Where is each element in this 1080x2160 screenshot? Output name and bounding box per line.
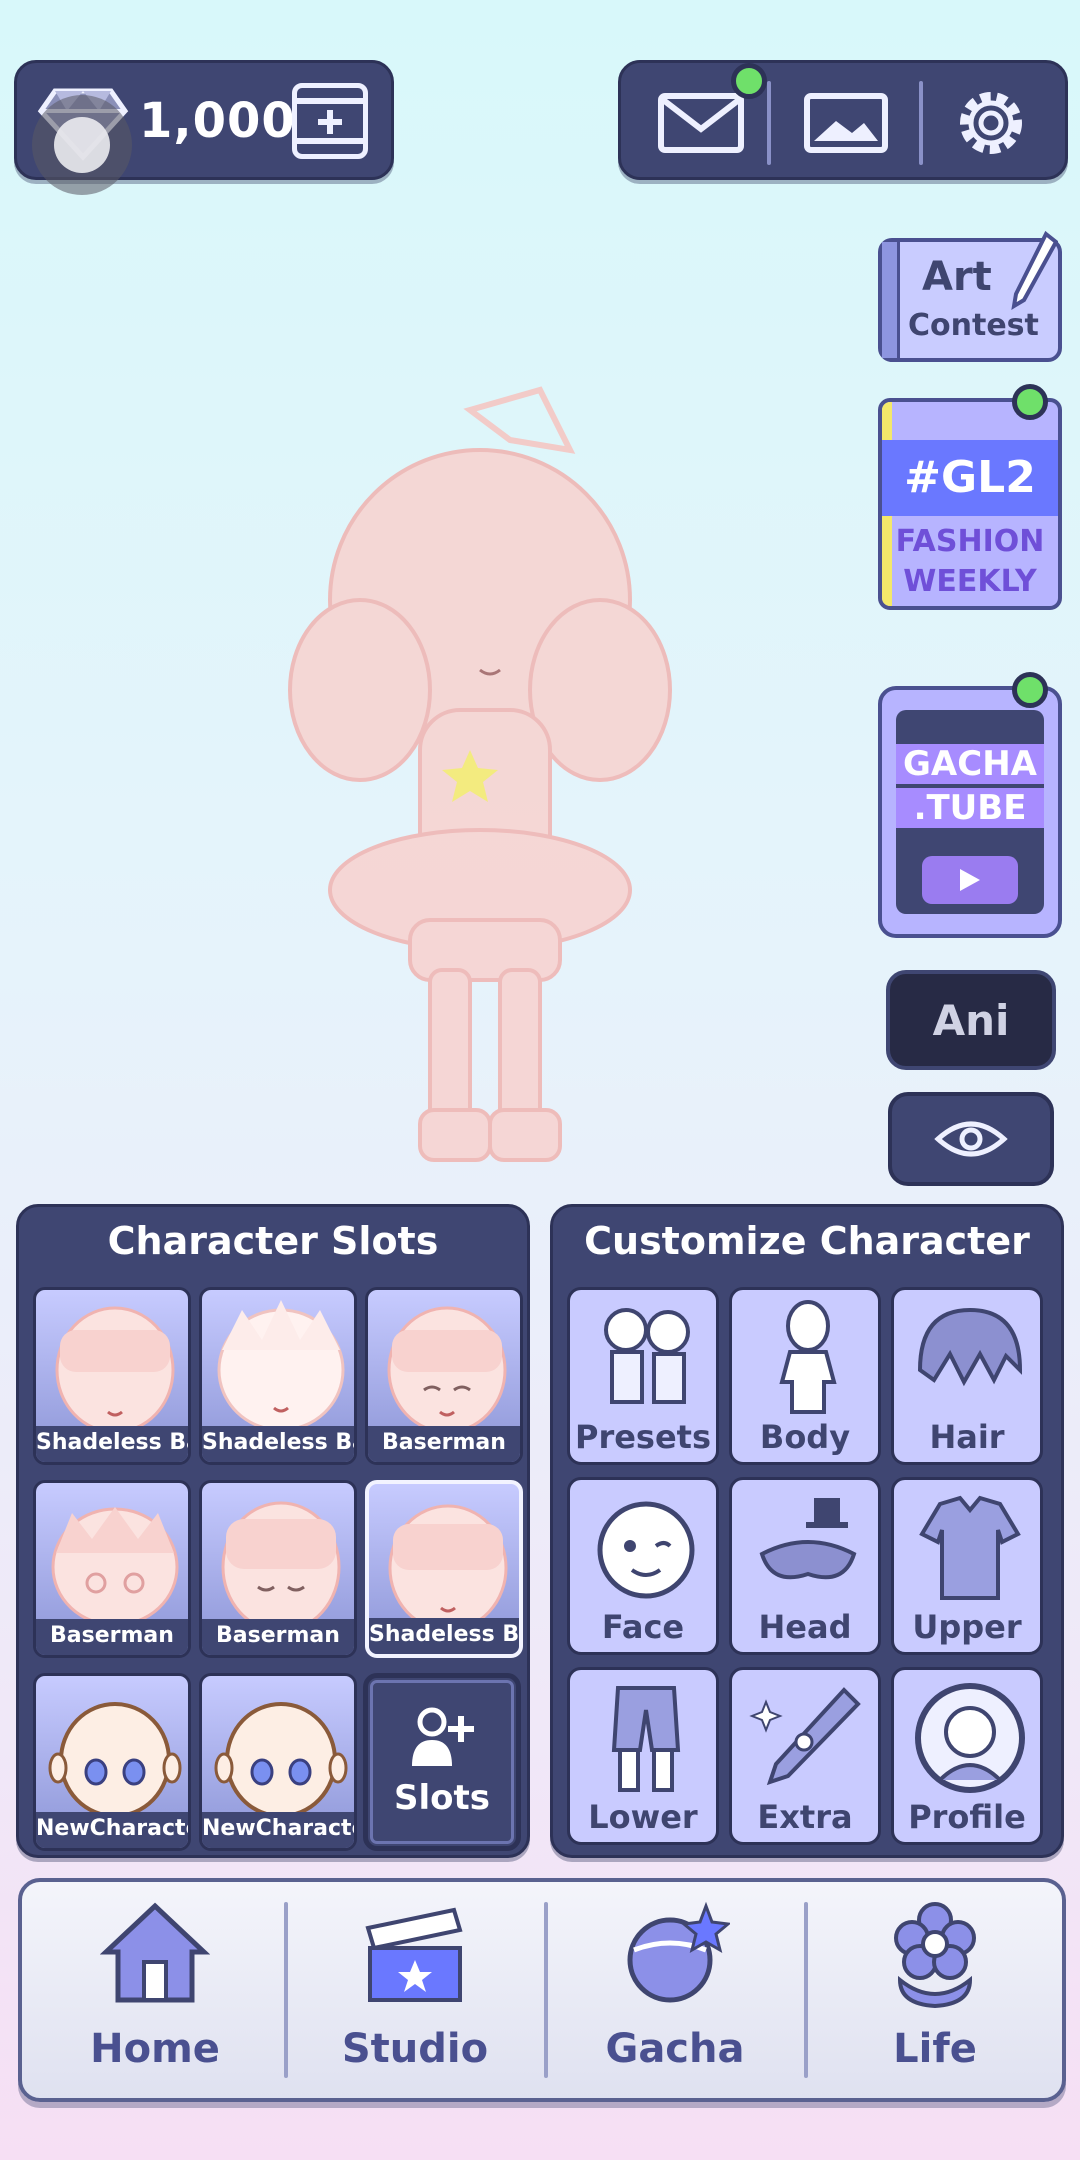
lower-icon [611,1686,681,1792]
character-slot[interactable]: Baserman [365,1287,523,1465]
mail-notification-dot [731,63,767,99]
nav-gacha[interactable]: Gacha [546,1882,804,2098]
mail-icon [658,93,744,153]
slot-label: NewCharacter [36,1812,188,1848]
nav-home-label: Home [90,2026,220,2072]
separator [767,81,771,165]
slot-label: Baserman [36,1619,188,1655]
art-contest-subtitle: Contest [908,308,1039,343]
gallery-button[interactable] [776,71,916,175]
slot-label: NewCharacter [202,1812,354,1848]
gl2-line2: WEEKLY [903,564,1037,599]
character-slot[interactable]: NewCharacter [199,1673,357,1851]
face-label: Face [601,1608,685,1646]
hair-button[interactable]: Hair [891,1287,1043,1465]
gl2-notification-dot [1012,384,1048,420]
tube-line1: GACHA [896,744,1044,784]
upper-icon [919,1495,1021,1600]
art-contest-button[interactable]: Art Contest [878,230,1062,362]
image-icon [804,93,888,153]
character-slot[interactable]: Shadeless Bas [199,1287,357,1465]
upper-label: Upper [912,1608,1022,1646]
nav-studio-label: Studio [341,2026,489,2072]
slot-label: Shadeless Bas [369,1618,519,1654]
nav-home[interactable]: Home [26,1882,284,2098]
pencil-icon [1011,230,1058,310]
tube-screen: GACHA .TUBE [896,710,1044,914]
gacha-tube-button[interactable]: GACHA .TUBE [878,686,1062,938]
mail-button[interactable] [631,63,771,175]
clapperboard-icon [365,1907,463,2002]
gear-icon [960,92,1022,154]
character-slot[interactable]: Baserman [199,1480,357,1658]
head-label: Head [758,1608,852,1646]
add-user-icon [412,1707,474,1766]
face-button[interactable]: Face [567,1477,719,1655]
nav-life-label: Life [893,2026,977,2072]
nav-gacha-label: Gacha [605,2026,745,2072]
character-slots-title: Character Slots [107,1219,439,1263]
body-button[interactable]: Body [729,1287,881,1465]
slot-label: Shadeless Bas [36,1426,188,1462]
extra-label: Extra [757,1798,853,1836]
hair-label: Hair [929,1418,1005,1456]
top-right-bar [618,60,1068,180]
flower-icon [894,1902,976,2009]
slot-label: Shadeless Bas [202,1426,354,1462]
settings-button[interactable] [921,71,1061,175]
notebook-binding [882,242,900,358]
profile-label: Profile [908,1798,1026,1836]
upper-button[interactable]: Upper [891,1477,1043,1655]
add-slots-label: Slots [394,1778,490,1818]
gl2-line1: FASHION [895,524,1045,559]
add-slots-button[interactable]: Slots [363,1673,521,1851]
ani-button[interactable]: Ani [886,970,1056,1070]
currency-amount: 1,000 [139,93,296,149]
slot-label: Baserman [368,1426,520,1462]
touch-indicator-center [54,117,110,173]
presets-label: Presets [574,1418,712,1456]
eye-icon [934,1121,1008,1157]
lower-label: Lower [588,1798,698,1836]
gl2-fashion-weekly-button[interactable]: #GL2 FASHION WEEKLY [878,398,1062,610]
character-slot[interactable]: Baserman [33,1480,191,1658]
head-button[interactable]: Head [729,1477,881,1655]
nav-life[interactable]: Life [806,1882,1064,2098]
character-slot-selected[interactable]: Shadeless Bas [365,1480,523,1658]
presets-icon [604,1308,690,1404]
lower-button[interactable]: Lower [567,1667,719,1845]
character-preview[interactable] [270,370,770,1200]
slot-label: Baserman [202,1619,354,1655]
customize-character-panel: Customize Character Presets Body Hair Fa… [550,1204,1064,1858]
character-slot[interactable]: NewCharacter [33,1673,191,1851]
gl2-title: #GL2 [882,440,1058,516]
plus-icon [297,98,363,144]
art-contest-title: Art [922,254,992,300]
play-icon [922,856,1018,904]
body-label: Body [759,1418,851,1456]
face-icon [597,1501,695,1599]
presets-button[interactable]: Presets [567,1287,719,1465]
home-icon [100,1902,210,2003]
extra-button[interactable]: Extra [729,1667,881,1845]
profile-icon [915,1683,1025,1793]
eye-toggle-button[interactable] [888,1092,1054,1186]
character-slots-panel: Character Slots Shadeless Bas Shadeless … [16,1204,530,1858]
nav-studio[interactable]: Studio [286,1882,544,2098]
profile-button[interactable]: Profile [891,1667,1043,1845]
extra-icon [749,1687,861,1786]
tube-line2: .TUBE [896,788,1044,828]
gacha-icon [627,1901,730,2003]
bottom-navigation: Home Studio Gacha Life [18,1878,1066,2102]
customize-character-title: Customize Character [584,1219,1030,1263]
touch-indicator [32,95,132,195]
hair-icon [917,1307,1023,1387]
tube-notification-dot [1012,672,1048,708]
body-icon [779,1300,837,1414]
character-slot[interactable]: Shadeless Bas [33,1287,191,1465]
add-currency-button[interactable] [292,83,368,159]
head-icon [759,1498,857,1580]
